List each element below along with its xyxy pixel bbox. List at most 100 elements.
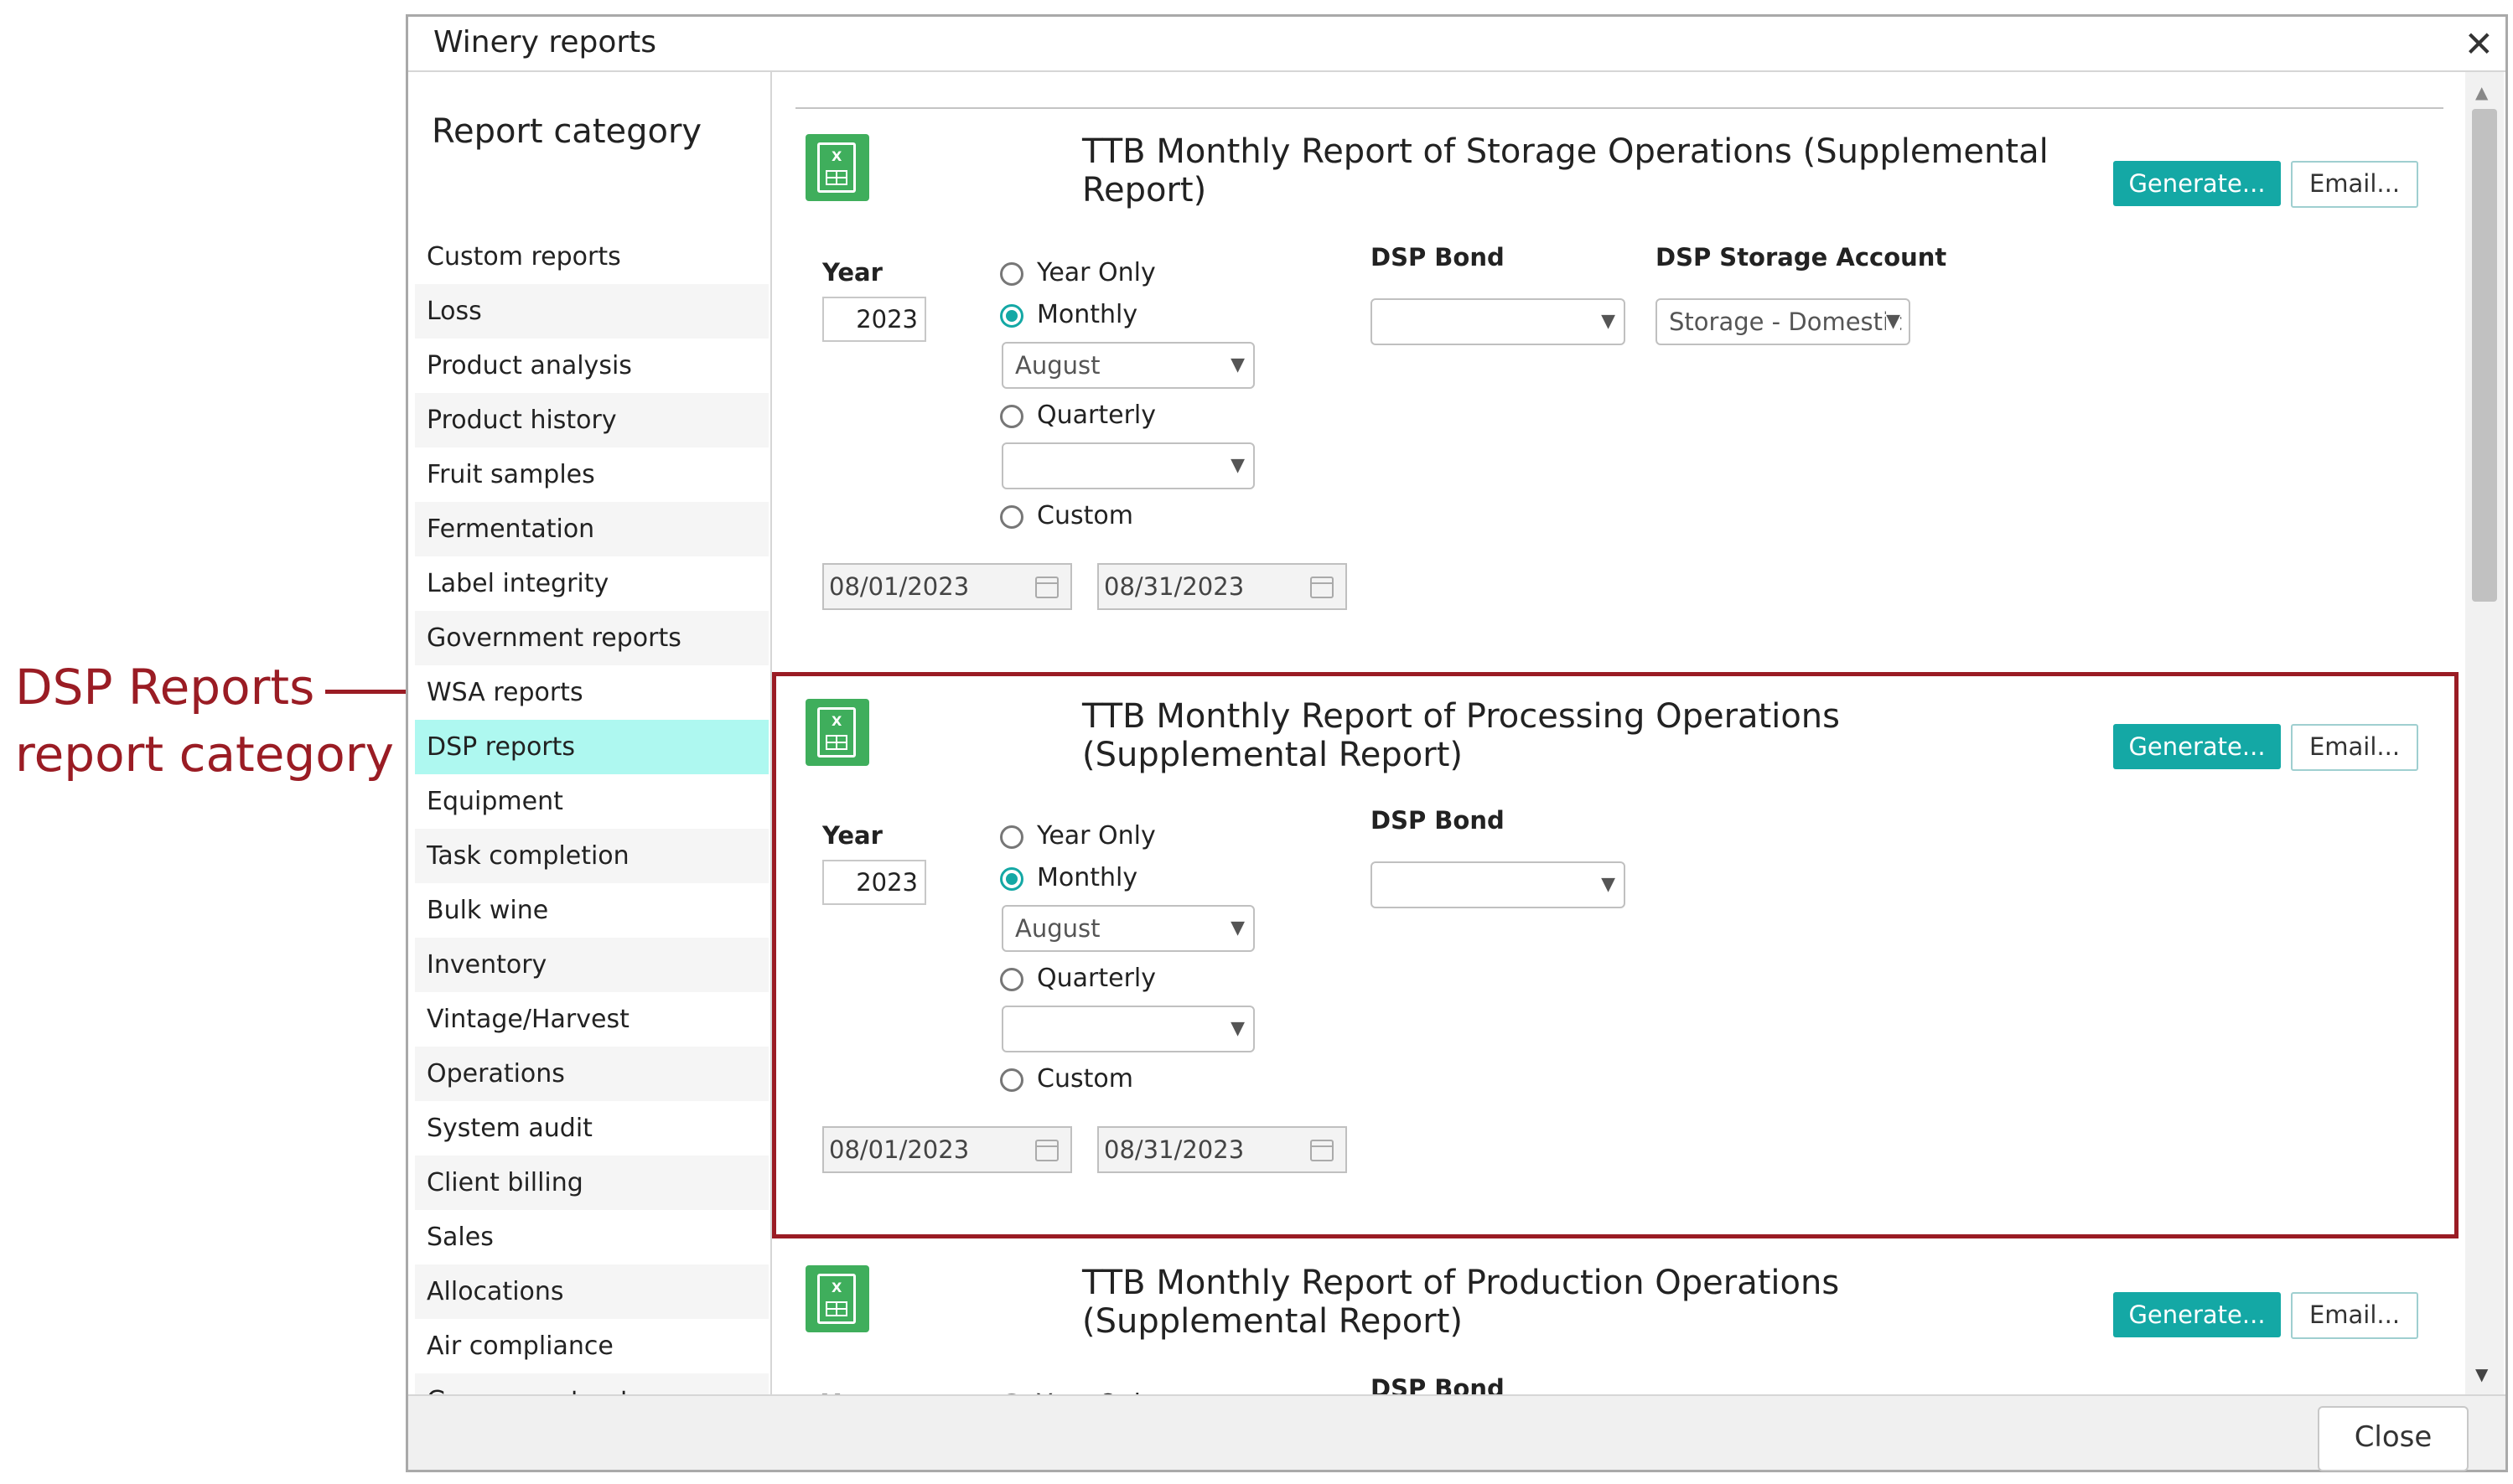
sidebar-item-air-compliance[interactable]: Air compliance bbox=[415, 1319, 769, 1373]
sidebar-item-task-completion[interactable]: Task completion bbox=[415, 829, 769, 883]
dsp-bond-select[interactable]: ▼ bbox=[1370, 298, 1625, 345]
callout-line1: DSP Reports bbox=[15, 659, 315, 716]
category-list: Custom reports Loss Product analysis Pro… bbox=[415, 230, 769, 1428]
radio-year-only[interactable]: Year Only bbox=[1000, 820, 1156, 853]
sidebar-item-inventory[interactable]: Inventory bbox=[415, 938, 769, 992]
radio-icon bbox=[1000, 1068, 1023, 1092]
dsp-bond-select[interactable]: ▼ bbox=[1370, 861, 1625, 908]
calendar-icon[interactable] bbox=[1310, 577, 1334, 598]
scroll-down-arrow-icon[interactable]: ▼ bbox=[2475, 1364, 2488, 1384]
email-button[interactable]: Email... bbox=[2291, 161, 2418, 208]
radio-label: Monthly bbox=[1037, 300, 1138, 329]
radio-quarterly[interactable]: Quarterly bbox=[1000, 962, 1156, 995]
start-date-input[interactable]: 08/01/2023 bbox=[822, 563, 1072, 610]
sidebar-item-fermentation[interactable]: Fermentation bbox=[415, 502, 769, 556]
sidebar-item-product-history[interactable]: Product history bbox=[415, 393, 769, 447]
radio-year-only[interactable]: Year Only bbox=[1000, 256, 1156, 290]
sidebar-item-wsa-reports[interactable]: WSA reports bbox=[415, 665, 769, 720]
sidebar-item-operations[interactable]: Operations bbox=[415, 1047, 769, 1101]
dropdown-arrow-icon: ▼ bbox=[1231, 455, 1245, 476]
quarter-select[interactable]: ▼ bbox=[1002, 442, 1255, 489]
calendar-icon[interactable] bbox=[1035, 577, 1059, 598]
quarter-select[interactable]: ▼ bbox=[1002, 1006, 1255, 1052]
dsp-storage-account-label: DSP Storage Account bbox=[1655, 243, 1947, 271]
sidebar-item-equipment[interactable]: Equipment bbox=[415, 774, 769, 829]
dropdown-arrow-icon: ▼ bbox=[1231, 354, 1245, 375]
end-date-input[interactable]: 08/31/2023 bbox=[1097, 563, 1347, 610]
select-value: August bbox=[1015, 351, 1101, 380]
dropdown-arrow-icon: ▼ bbox=[1231, 918, 1245, 938]
radio-icon bbox=[1000, 261, 1023, 286]
month-select[interactable]: August ▼ bbox=[1002, 342, 1255, 389]
dialog-titlebar: Winery reports ✕ bbox=[408, 17, 2505, 72]
month-select[interactable]: August ▼ bbox=[1002, 905, 1255, 952]
radio-quarterly[interactable]: Quarterly bbox=[1000, 399, 1156, 432]
scroll-up-arrow-icon[interactable]: ▲ bbox=[2475, 82, 2488, 102]
sidebar-item-product-analysis[interactable]: Product analysis bbox=[415, 339, 769, 393]
sidebar-item-government-reports[interactable]: Government reports bbox=[415, 611, 769, 665]
sidebar-item-dsp-reports[interactable]: DSP reports bbox=[415, 720, 769, 774]
radio-monthly[interactable]: Monthly bbox=[1000, 861, 1137, 895]
radio-monthly[interactable]: Monthly bbox=[1000, 298, 1137, 332]
callout-annotation: DSP Reports report category bbox=[15, 654, 394, 788]
radio-selected-icon bbox=[1000, 866, 1023, 891]
radio-icon bbox=[1000, 967, 1023, 991]
date-value: 08/01/2023 bbox=[829, 572, 970, 601]
sidebar-item-system-audit[interactable]: System audit bbox=[415, 1101, 769, 1156]
sidebar-item-loss[interactable]: Loss bbox=[415, 284, 769, 339]
excel-icon: X bbox=[806, 1265, 869, 1332]
date-value: 08/01/2023 bbox=[829, 1135, 970, 1164]
radio-selected-icon bbox=[1000, 303, 1023, 328]
dropdown-arrow-icon: ▼ bbox=[1886, 300, 1900, 344]
sidebar-item-vintage-harvest[interactable]: Vintage/Harvest bbox=[415, 992, 769, 1047]
sidebar-item-allocations[interactable]: Allocations bbox=[415, 1264, 769, 1319]
radio-custom[interactable]: Custom bbox=[1000, 499, 1133, 533]
date-value: 08/31/2023 bbox=[1104, 1135, 1245, 1164]
year-input[interactable]: 2023 bbox=[822, 297, 926, 342]
radio-label: Year Only bbox=[1037, 821, 1156, 851]
select-value: Storage - Domestic bbox=[1669, 308, 1904, 336]
radio-label: Monthly bbox=[1037, 863, 1138, 892]
year-input[interactable]: 2023 bbox=[822, 860, 926, 905]
year-label: Year bbox=[822, 821, 883, 850]
divider bbox=[795, 107, 2443, 109]
email-button[interactable]: Email... bbox=[2291, 724, 2418, 771]
dialog-title: Winery reports bbox=[433, 25, 657, 59]
radio-icon bbox=[1000, 825, 1023, 849]
radio-custom[interactable]: Custom bbox=[1000, 1063, 1133, 1096]
radio-icon bbox=[1000, 504, 1023, 529]
dsp-bond-label: DSP Bond bbox=[1370, 243, 1505, 271]
scroll-thumb[interactable] bbox=[2472, 109, 2497, 602]
dropdown-arrow-icon: ▼ bbox=[1601, 311, 1615, 332]
dsp-storage-account-select[interactable]: Storage - Domestic ▼ bbox=[1655, 298, 1910, 345]
generate-button[interactable]: Generate... bbox=[2113, 724, 2281, 769]
sidebar-item-client-billing[interactable]: Client billing bbox=[415, 1156, 769, 1210]
radio-year-only[interactable]: Year Only bbox=[1000, 1388, 1156, 1394]
sidebar-item-bulk-wine[interactable]: Bulk wine bbox=[415, 883, 769, 938]
radio-label: Year Only bbox=[1037, 258, 1156, 287]
report-title: TTB Monthly Report of Storage Operations… bbox=[1082, 132, 2049, 209]
sidebar-item-label-integrity[interactable]: Label integrity bbox=[415, 556, 769, 611]
sidebar-heading: Report category bbox=[432, 112, 702, 151]
excel-icon: X bbox=[806, 134, 869, 201]
calendar-icon[interactable] bbox=[1035, 1140, 1059, 1161]
radio-icon bbox=[1000, 404, 1023, 428]
end-date-input[interactable]: 08/31/2023 bbox=[1097, 1126, 1347, 1173]
sidebar-item-custom-reports[interactable]: Custom reports bbox=[415, 230, 769, 284]
dialog-footer: Close bbox=[408, 1394, 2505, 1471]
email-button[interactable]: Email... bbox=[2291, 1292, 2418, 1339]
sidebar-item-sales[interactable]: Sales bbox=[415, 1210, 769, 1264]
calendar-icon[interactable] bbox=[1310, 1140, 1334, 1161]
report-title: TTB Monthly Report of Production Operati… bbox=[1082, 1264, 1840, 1341]
close-button[interactable]: Close bbox=[2318, 1406, 2469, 1471]
select-value: August bbox=[1015, 914, 1101, 943]
report-title: TTB Monthly Report of Processing Operati… bbox=[1082, 697, 1840, 774]
start-date-input[interactable]: 08/01/2023 bbox=[822, 1126, 1072, 1173]
vertical-scrollbar[interactable]: ▲ ▼ bbox=[2465, 72, 2504, 1394]
generate-button[interactable]: Generate... bbox=[2113, 1292, 2281, 1337]
generate-button[interactable]: Generate... bbox=[2113, 161, 2281, 206]
callout-line2: report category bbox=[15, 726, 394, 783]
close-icon[interactable]: ✕ bbox=[2464, 23, 2494, 65]
reports-content: X TTB Monthly Report of Storage Operatio… bbox=[772, 72, 2464, 1394]
sidebar-item-fruit-samples[interactable]: Fruit samples bbox=[415, 447, 769, 502]
